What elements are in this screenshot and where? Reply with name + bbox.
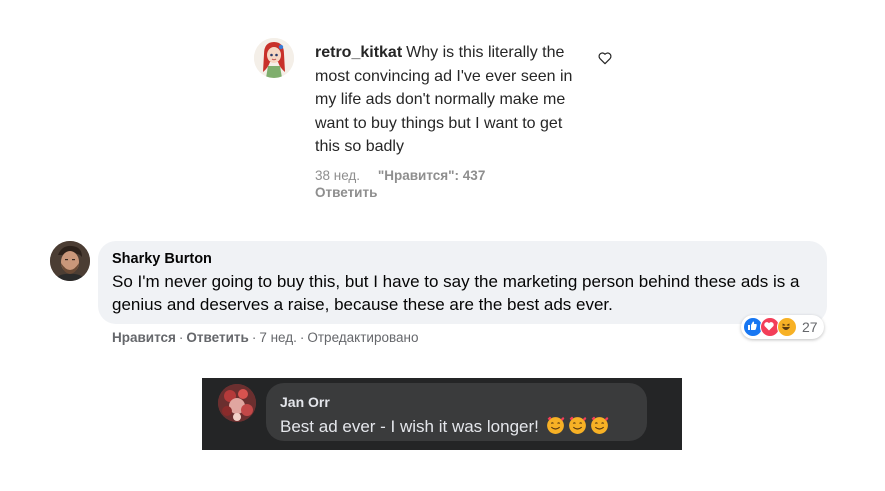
avatar[interactable] <box>218 384 256 422</box>
comment-text: Best ad ever - I wish it was longer! <box>280 414 610 437</box>
separator: · <box>251 330 257 345</box>
like-button[interactable]: Нравится <box>112 330 176 345</box>
comment-actions: Нравится · Ответить · 7 нед. · Отредактировано <box>112 330 418 345</box>
author-name[interactable]: Sharky Burton <box>112 251 212 267</box>
reactions-summary[interactable]: 27 <box>741 315 824 339</box>
comment-text: So I'm never going to buy this, but I ha… <box>112 272 800 314</box>
comment-bubble: Jan Orr Best ad ever - I wish it was lon… <box>266 383 647 441</box>
heart-outline-icon[interactable] <box>597 50 613 66</box>
comment-bubble: Sharky Burton So I'm never going to buy … <box>98 241 827 324</box>
haha-reaction-icon <box>777 317 797 337</box>
timestamp: 38 нед. <box>315 168 361 183</box>
smiling-face-with-hearts-icon <box>546 416 564 434</box>
comment-body: Best ad ever - I wish it was longer! <box>280 417 539 436</box>
smiling-face-with-hearts-icon <box>568 416 586 434</box>
reply-button[interactable]: Ответить <box>315 185 377 200</box>
avatar[interactable] <box>254 38 294 78</box>
comment-meta: 38 нед. "Нравится": 437 <box>315 168 485 183</box>
dark-comment-panel: Jan Orr Best ad ever - I wish it was lon… <box>202 378 682 450</box>
reply-button[interactable]: Ответить <box>186 330 248 345</box>
username-link[interactable]: retro_kitkat <box>315 44 402 61</box>
likes-count[interactable]: "Нравится": 437 <box>378 168 486 183</box>
avatar[interactable] <box>50 241 90 281</box>
separator: · <box>178 330 184 345</box>
separator: · <box>299 330 305 345</box>
timestamp[interactable]: 7 нед. <box>259 330 297 345</box>
comment-text: retro_kitkat Why is this literally the mo… <box>315 41 585 159</box>
author-name[interactable]: Jan Orr <box>280 394 330 410</box>
smiling-face-with-hearts-icon <box>590 416 608 434</box>
edited-label[interactable]: Отредактировано <box>307 330 418 345</box>
reaction-count: 27 <box>802 319 818 335</box>
